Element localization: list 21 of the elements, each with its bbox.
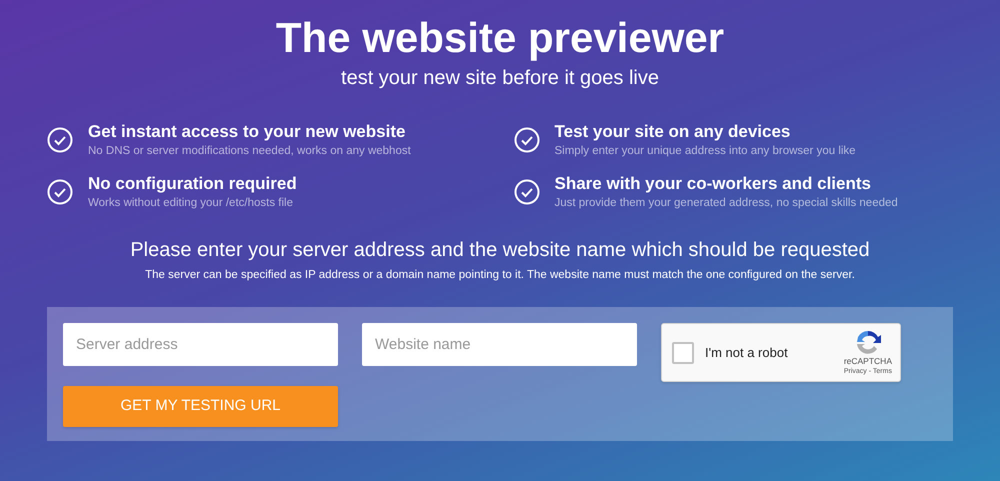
page-subtitle: test your new site before it goes live <box>341 66 659 91</box>
check-circle-icon <box>514 127 540 153</box>
page-title: The website previewer <box>276 13 724 63</box>
check-circle-icon <box>47 179 73 205</box>
form-note: The server can be specified as IP address or a domain name pointing to it. The website name must match the one configured on the server. <box>145 268 855 283</box>
feature-title: No configuration required <box>88 173 297 195</box>
captcha-checkbox[interactable] <box>672 342 694 364</box>
feature-description: Works without editing your /etc/hosts file <box>88 196 294 211</box>
check-circle-icon <box>47 127 73 153</box>
captcha-label: I'm not a robot <box>705 344 788 362</box>
feature-description: No DNS or server modifications needed, works on any webhost <box>88 144 411 159</box>
feature-title: Get instant access to your new website <box>88 121 406 143</box>
feature-description: Just provide them your generated address, no special skills needed <box>554 196 898 211</box>
recaptcha-brand: reCAPTCHA <box>844 356 892 367</box>
feature-description: Simply enter your unique address into any browser you like <box>554 144 856 159</box>
input-field[interactable]: Server address <box>63 323 338 366</box>
check-circle-icon <box>514 179 540 205</box>
feature-title: Share with your co-workers and clients <box>554 173 872 195</box>
input-field[interactable]: Website name <box>362 323 637 366</box>
feature-title: Test your site on any devices <box>554 121 792 143</box>
form-heading: Please enter your server address and the website name which should be requested <box>130 238 870 263</box>
